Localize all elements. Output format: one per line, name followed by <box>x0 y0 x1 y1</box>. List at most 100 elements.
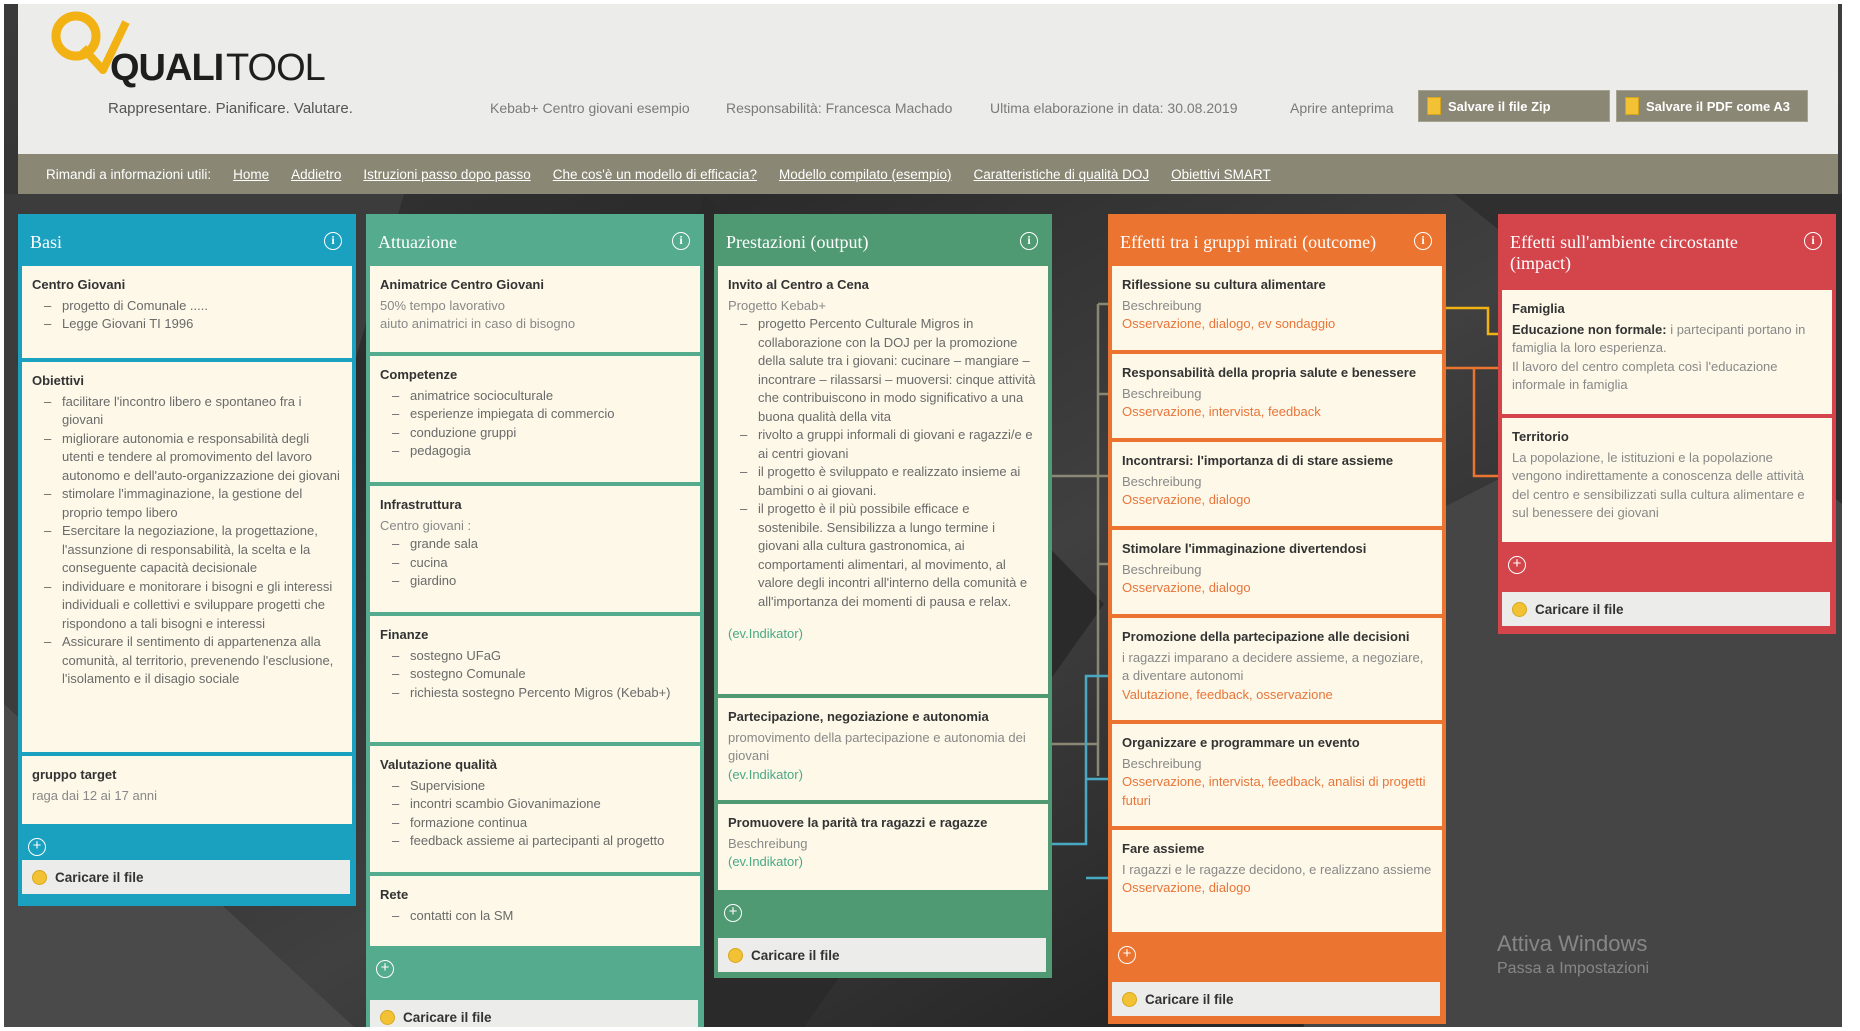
nav-link-what-is-model[interactable]: Che cos'è un modello di efficacia? <box>553 167 757 182</box>
info-icon[interactable]: i <box>1804 232 1822 250</box>
list-item: contatti con la SM <box>392 907 690 926</box>
upload-label: Caricare il file <box>751 947 840 963</box>
card-title: Invito al Centro a Cena <box>728 277 869 292</box>
column-attuazione: Attuazione i Animatrice Centro Giovani 5… <box>366 214 704 1027</box>
card-incontrarsi[interactable]: Incontrarsi: l'importanza di di stare as… <box>1112 442 1442 526</box>
list-item: incontri scambio Giovanimazione <box>392 795 690 814</box>
upload-icon <box>1122 991 1137 1007</box>
card-valutazione-qualita[interactable]: Valutazione qualità Supervisione incontr… <box>370 746 700 872</box>
info-icon[interactable]: i <box>1020 232 1038 250</box>
column-outcome: Effetti tra i gruppi mirati (outcome) i … <box>1108 214 1446 1024</box>
responsible-person: Responsabilità: Francesca Machado <box>726 100 953 116</box>
card-fare-assieme[interactable]: Fare assieme I ragazzi e le ragazze deci… <box>1112 830 1442 932</box>
column-title: Attuazione <box>378 232 457 252</box>
card-title: Promozione della partecipazione alle dec… <box>1122 629 1410 644</box>
card-invito-cena[interactable]: Invito al Centro a Cena Progetto Kebab+ … <box>718 266 1048 694</box>
list-item: conduzione gruppi <box>392 424 690 443</box>
list-item: esperienze impiegata di commercio <box>392 405 690 424</box>
add-card-icon[interactable]: + <box>28 838 46 856</box>
add-card-icon[interactable]: + <box>1508 556 1526 574</box>
card-partecipazione[interactable]: Partecipazione, negoziazione e autonomia… <box>718 698 1048 800</box>
list-item: migliorare autonomia e responsabilità de… <box>44 430 342 486</box>
card-stimolare[interactable]: Stimolare l'immaginazione divertendosi B… <box>1112 530 1442 614</box>
info-icon[interactable]: i <box>324 232 342 250</box>
card-title: Fare assieme <box>1122 841 1205 856</box>
card-infrastruttura[interactable]: Infrastruttura Centro giovani : grande s… <box>370 486 700 612</box>
card-territorio[interactable]: Territorio La popolazione, le istituzion… <box>1502 418 1832 542</box>
column-header: Effetti tra i gruppi mirati (outcome) i <box>1112 220 1442 266</box>
card-gruppo-target[interactable]: gruppo target raga dai 12 ai 17 anni <box>22 756 352 824</box>
card-rete[interactable]: Rete contatti con la SM <box>370 876 700 946</box>
observation-text: Osservazione, intervista, feedback <box>1122 404 1321 419</box>
list-item: progetto Percento Culturale Migros in co… <box>740 315 1038 426</box>
upload-button[interactable]: Caricare il file <box>1502 592 1830 626</box>
card-text: raga dai 12 ai 17 anni <box>32 787 158 803</box>
list-item: progetto di Comunale ..... <box>44 297 342 316</box>
windows-activation-subtext: Passa a Impostazioni <box>1497 960 1650 977</box>
list-item: Esercitare la negoziazione, la progettaz… <box>44 522 342 578</box>
list-item: individuare e monitorare i bisogni e gli… <box>44 578 342 634</box>
observation-text: Osservazione, dialogo <box>1122 880 1251 895</box>
upload-icon <box>32 869 47 885</box>
list-item: rivolto a gruppi informali di giovani e … <box>740 426 1038 463</box>
card-text: I ragazzi e le ragazze decidono, e reali… <box>1122 861 1432 877</box>
column-header: Prestazioni (output) i <box>718 220 1048 266</box>
info-icon[interactable]: i <box>672 232 690 250</box>
card-centro-giovani[interactable]: Centro Giovani progetto di Comunale ....… <box>22 266 352 358</box>
add-card-icon[interactable]: + <box>724 904 742 922</box>
card-parita[interactable]: Promuovere la parità tra ragazzi e ragaz… <box>718 804 1048 890</box>
add-card-icon[interactable]: + <box>376 960 394 978</box>
list-item: animatrice socioculturale <box>392 387 690 406</box>
upload-button[interactable]: Caricare il file <box>22 860 350 894</box>
card-title: Finanze <box>380 627 429 642</box>
upload-button[interactable]: Caricare il file <box>370 1000 698 1027</box>
list-item: pedagogia <box>392 442 690 461</box>
add-card-icon[interactable]: + <box>1118 946 1136 964</box>
list-item: sostegno UFaG <box>392 647 690 666</box>
card-organizzare[interactable]: Organizzare e programmare un evento Besc… <box>1112 724 1442 826</box>
list-item: Legge Giovani TI 1996 <box>44 315 342 334</box>
svg-text:QUALI: QUALI <box>110 47 223 88</box>
nav-link-instructions[interactable]: Istruzioni passo dopo passo <box>363 167 530 182</box>
card-responsabilita[interactable]: Responsabilità della propria salute e be… <box>1112 354 1442 438</box>
card-finanze[interactable]: Finanze sostegno UFaG sostegno Comunale … <box>370 616 700 742</box>
card-animatrice[interactable]: Animatrice Centro Giovani 50% tempo lavo… <box>370 266 700 352</box>
info-icon[interactable]: i <box>1414 232 1432 250</box>
tagline: Rappresentare. Pianificare. Valutare. <box>108 100 353 117</box>
nav-link-example-model[interactable]: Modello compilato (esempio) <box>779 167 952 182</box>
card-text: La popolazione, le istituzioni e la popo… <box>1512 449 1805 521</box>
save-pdf-button[interactable]: Salvare il PDF come A3 <box>1616 90 1808 122</box>
nav-link-quality-doj[interactable]: Caratteristiche di qualità DOJ <box>974 167 1150 182</box>
nav-bar: Rimandi a informazioni utili: Home Addie… <box>18 154 1838 194</box>
card-riflessione[interactable]: Riflessione su cultura alimentare Beschr… <box>1112 266 1442 350</box>
list-item: feedback assieme ai partecipanti al prog… <box>392 832 690 851</box>
observation-text: Osservazione, intervista, feedback, anal… <box>1122 774 1426 808</box>
upload-icon <box>380 1009 395 1025</box>
upload-label: Caricare il file <box>1535 601 1624 617</box>
nav-link-home[interactable]: Home <box>233 167 269 182</box>
card-text: Beschreibung <box>1122 473 1202 489</box>
app-window: QUALI TOOL Rappresentare. Pianificare. V… <box>4 4 1842 1027</box>
card-title: Riflessione su cultura alimentare <box>1122 277 1326 292</box>
nav-link-back[interactable]: Addietro <box>291 167 341 182</box>
preview-link[interactable]: Aprire anteprima <box>1290 100 1394 116</box>
card-obiettivi[interactable]: Obiettivi facilitare l'incontro libero e… <box>22 362 352 752</box>
upload-button[interactable]: Caricare il file <box>1112 982 1440 1016</box>
save-zip-button[interactable]: Salvare il file Zip <box>1418 90 1610 122</box>
card-promozione[interactable]: Promozione della partecipazione alle dec… <box>1112 618 1442 720</box>
card-title: Infrastruttura <box>380 497 462 512</box>
list-item: il progetto è il più possibile efficace … <box>740 500 1038 611</box>
card-famiglia[interactable]: Famiglia Educazione non formale: i parte… <box>1502 290 1832 414</box>
card-title: Responsabilità della propria salute e be… <box>1122 365 1417 380</box>
upload-icon <box>1512 601 1527 617</box>
document-icon <box>1427 97 1441 115</box>
list-item: sostegno Comunale <box>392 665 690 684</box>
upload-label: Caricare il file <box>403 1009 492 1025</box>
column-header: Effetti sull'ambiente circostante (impac… <box>1502 220 1832 290</box>
upload-button[interactable]: Caricare il file <box>718 938 1046 972</box>
document-icon <box>1625 97 1639 115</box>
column-header: Basi i <box>22 220 352 266</box>
nav-link-smart-goals[interactable]: Obiettivi SMART <box>1171 167 1271 182</box>
card-competenze[interactable]: Competenze animatrice socioculturale esp… <box>370 356 700 482</box>
card-text: Il lavoro del centro completa così l'edu… <box>1512 358 1778 393</box>
